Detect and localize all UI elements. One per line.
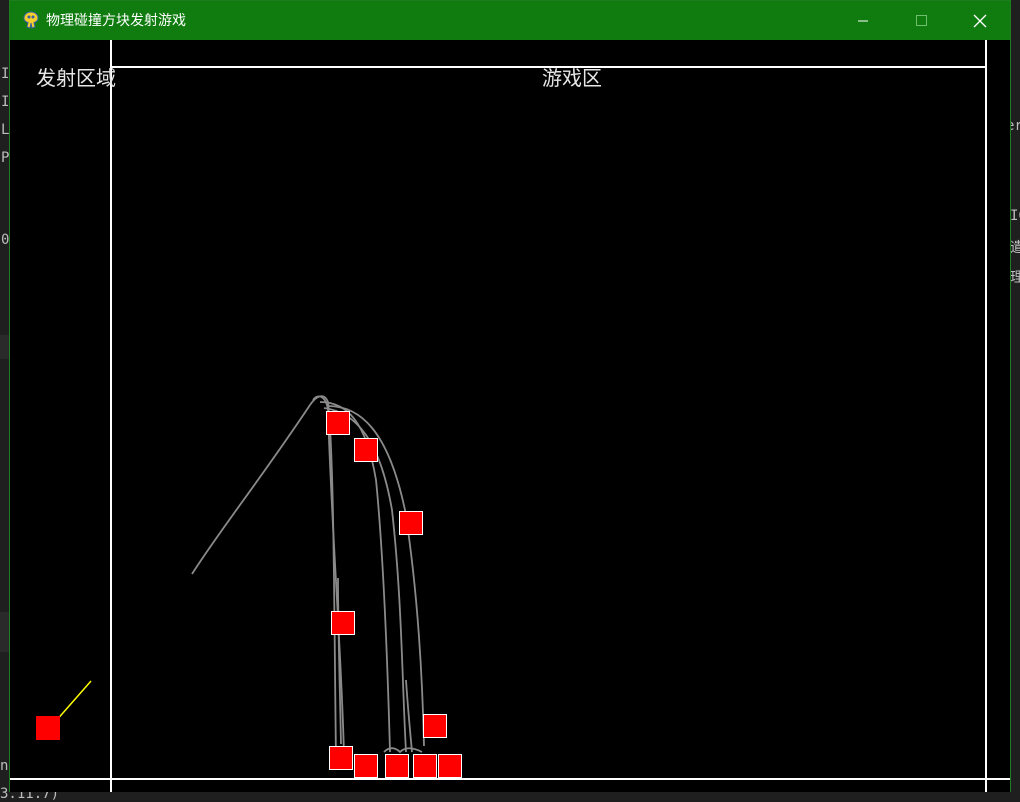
block bbox=[326, 411, 350, 435]
close-icon bbox=[973, 14, 987, 28]
block bbox=[399, 511, 423, 535]
blocks bbox=[36, 411, 462, 778]
block bbox=[329, 746, 353, 770]
close-button[interactable] bbox=[950, 1, 1008, 40]
trajectory-trail bbox=[309, 395, 337, 761]
block bbox=[354, 438, 378, 462]
game-scene bbox=[10, 40, 1010, 792]
title-bar[interactable]: 物理碰撞方块发射游戏 bbox=[10, 1, 1010, 40]
block bbox=[385, 754, 409, 778]
backdrop-terminal-text: 遣 bbox=[1010, 240, 1020, 256]
block bbox=[354, 754, 378, 778]
block bbox=[331, 611, 355, 635]
minimize-icon bbox=[858, 20, 868, 22]
maximize-button[interactable] bbox=[892, 1, 950, 40]
game-window: 物理碰撞方块发射游戏 发射区域 游戏区 bbox=[9, 0, 1011, 792]
maximize-icon bbox=[916, 15, 927, 26]
game-zone-label: 游戏区 bbox=[542, 66, 602, 90]
block bbox=[423, 714, 447, 738]
game-canvas[interactable]: 发射区域 游戏区 bbox=[10, 40, 1010, 792]
minimize-button[interactable] bbox=[834, 1, 892, 40]
pygame-snake-icon bbox=[22, 11, 40, 29]
backdrop-terminal-text: IC bbox=[1010, 208, 1020, 224]
trajectory-trail bbox=[191, 404, 311, 575]
launch-zone-label: 发射区域 bbox=[36, 66, 116, 90]
window-title: 物理碰撞方块发射游戏 bbox=[46, 13, 186, 29]
trajectory-trails bbox=[191, 395, 425, 761]
launcher-block[interactable] bbox=[36, 716, 60, 740]
backdrop-terminal-text: 理 bbox=[1010, 270, 1020, 286]
trajectory-trail bbox=[405, 679, 413, 753]
block bbox=[438, 754, 462, 778]
block bbox=[413, 754, 437, 778]
